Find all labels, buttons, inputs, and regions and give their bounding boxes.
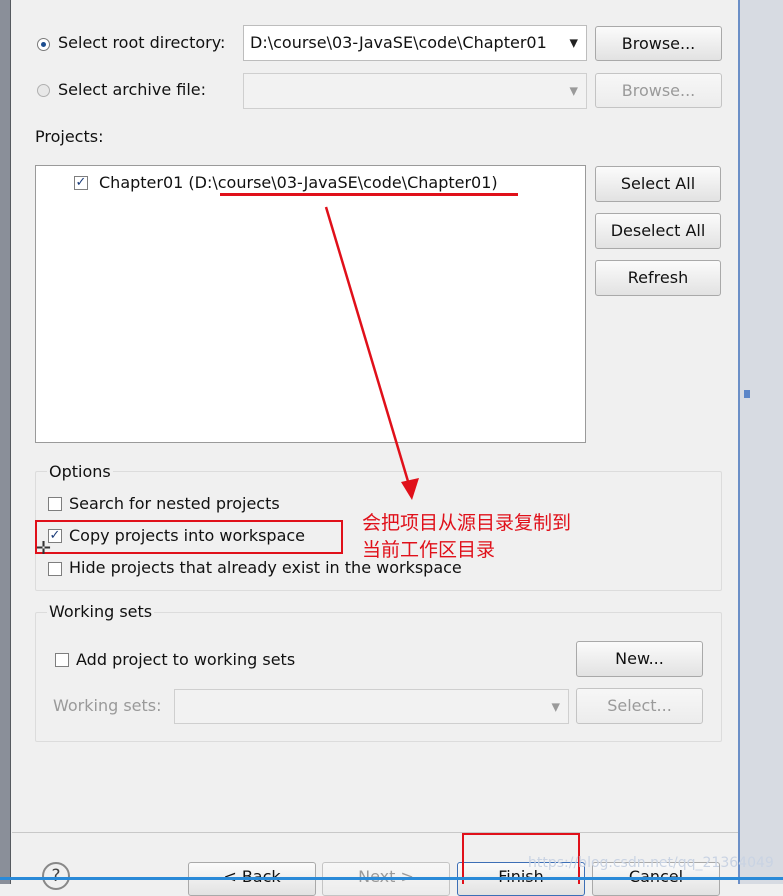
bottom-selection-line bbox=[0, 877, 783, 880]
select-working-sets-button[interactable]: Select... bbox=[576, 688, 703, 724]
add-working-sets-label: Add project to working sets bbox=[76, 650, 296, 669]
working-sets-title: Working sets bbox=[47, 602, 155, 621]
add-working-sets-checkbox[interactable] bbox=[55, 653, 69, 667]
new-working-set-button[interactable]: New... bbox=[576, 641, 703, 677]
chevron-down-icon[interactable]: ▼ bbox=[552, 700, 560, 713]
annotation-arrow bbox=[324, 206, 419, 500]
help-icon[interactable]: ? bbox=[42, 862, 70, 890]
watermark-text: https://blog.csdn.net/qq_21364049 bbox=[528, 855, 774, 871]
working-sets-combo[interactable]: ▼ bbox=[174, 689, 569, 724]
footer-divider bbox=[12, 832, 738, 833]
working-sets-field-label: Working sets: bbox=[53, 696, 162, 715]
